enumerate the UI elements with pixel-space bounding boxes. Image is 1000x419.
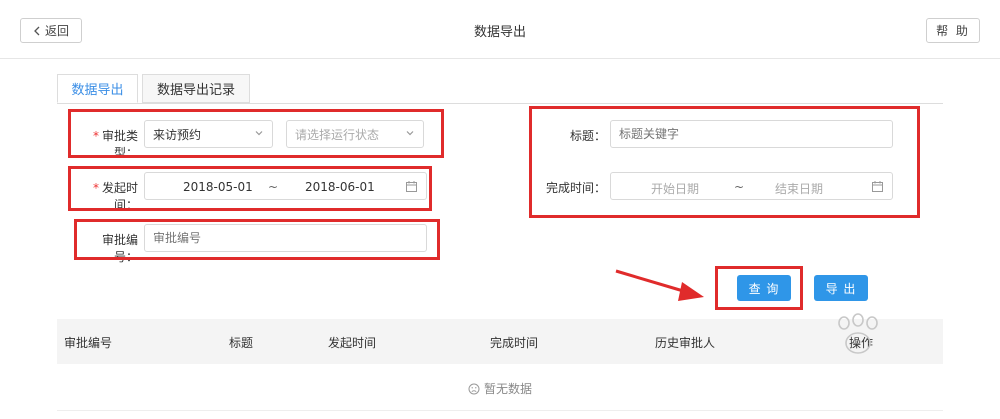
export-button[interactable]: 导 出 xyxy=(814,275,868,301)
highlight-box-approval-type xyxy=(68,109,444,158)
column-header: 审批编号 xyxy=(64,336,113,350)
highlight-box-start-time xyxy=(68,166,432,211)
empty-text: 暂无数据 xyxy=(483,382,532,396)
highlight-box-title-finish xyxy=(529,106,920,218)
annotation-arrow-icon xyxy=(615,269,704,301)
paw-watermark-icon xyxy=(838,313,878,354)
tab-data-export[interactable]: 数据导出 xyxy=(57,74,138,103)
highlight-box-approval-no xyxy=(74,219,440,260)
page-title: 数据导出 xyxy=(473,25,526,40)
column-header: 发起时间 xyxy=(328,336,377,350)
table-header: 审批编号 标题 发起时间 完成时间 历史审批人 操作 xyxy=(57,319,943,364)
top-bar: 返回 数据导出 帮 助 xyxy=(0,0,1000,59)
tab-bar: 数据导出 数据导出记录 xyxy=(57,74,943,104)
empty-state: 暂无数据 xyxy=(0,380,1000,397)
query-button[interactable]: 查 询 xyxy=(737,275,791,301)
column-header: 完成时间 xyxy=(490,336,539,350)
tab-export-records[interactable]: 数据导出记录 xyxy=(142,74,250,103)
sad-face-icon xyxy=(468,383,480,394)
help-button[interactable]: 帮 助 xyxy=(926,18,980,43)
divider xyxy=(57,410,943,411)
page: 返回 数据导出 帮 助 数据导出 数据导出记录 * 审批类型： 来访预约 请选择运… xyxy=(0,0,1000,419)
column-header: 历史审批人 xyxy=(655,336,716,350)
column-header: 标题 xyxy=(229,336,254,350)
